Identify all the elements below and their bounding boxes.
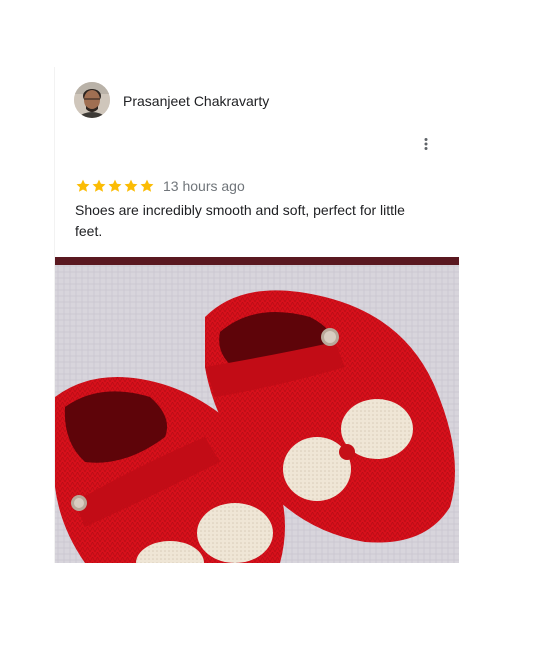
review-photo[interactable] xyxy=(55,257,459,563)
review-text: Shoes are incredibly smooth and soft, pe… xyxy=(75,202,405,239)
crochet-shoes-image xyxy=(55,257,459,563)
more-options-button[interactable] xyxy=(415,133,437,155)
more-vert-icon xyxy=(424,138,428,150)
star-icon xyxy=(124,179,138,192)
review-time: 13 hours ago xyxy=(163,178,245,194)
star-icon xyxy=(76,179,90,192)
rating-row: 13 hours ago xyxy=(75,177,245,195)
reviewer-avatar[interactable] xyxy=(74,82,110,118)
star-icon xyxy=(140,179,154,192)
avatar-photo xyxy=(74,82,110,118)
star-rating xyxy=(75,178,155,194)
star-icon xyxy=(92,179,106,192)
review-card: Prasanjeet Chakravarty 13 hours ago Shoe… xyxy=(54,67,459,563)
reviewer-name[interactable]: Prasanjeet Chakravarty xyxy=(123,93,269,109)
star-icon xyxy=(108,179,122,192)
